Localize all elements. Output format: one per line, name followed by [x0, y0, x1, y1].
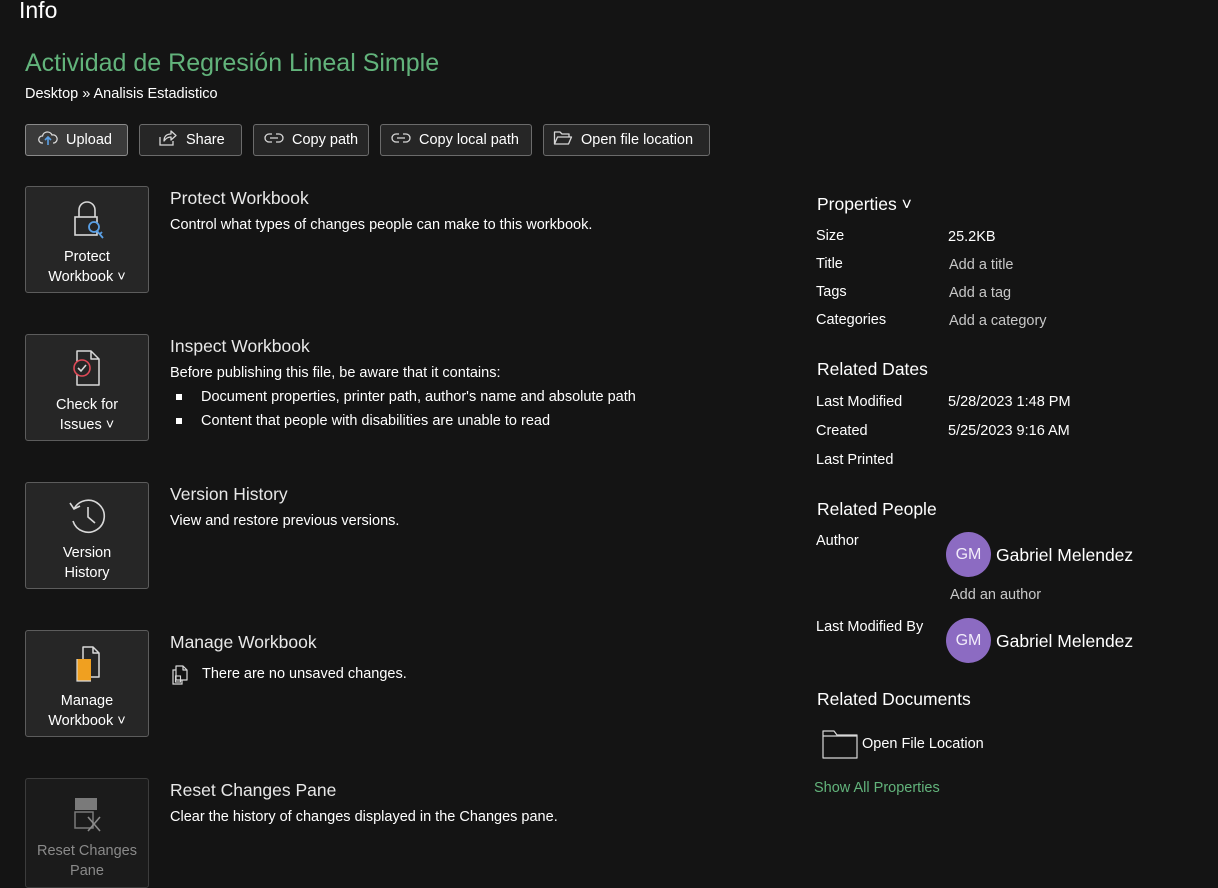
document-copy-icon	[171, 665, 189, 690]
show-all-properties-link[interactable]: Show All Properties	[814, 780, 940, 796]
lock-key-icon	[67, 197, 107, 243]
created-value: 5/25/2023 9:16 AM	[948, 423, 1070, 439]
copy-path-label: Copy path	[292, 132, 359, 148]
related-documents-heading: Related Documents	[817, 689, 971, 709]
inspect-card-line2: Issues ˅	[59, 417, 115, 433]
reset-changes-card-label: Reset Changes Pane	[37, 841, 137, 881]
size-value: 25.2KB	[948, 229, 996, 245]
check-for-issues-card-label: Check for Issues ˅	[56, 395, 118, 435]
protect-workbook-title: Protect Workbook	[170, 188, 309, 208]
open-file-location-label: Open file location	[581, 132, 694, 148]
created-label: Created	[816, 423, 868, 439]
open-file-location-link[interactable]: Open File Location	[862, 736, 984, 752]
reset-changes-icon	[67, 793, 107, 839]
reset-changes-title: Reset Changes Pane	[170, 780, 337, 800]
reset-changes-pane-button[interactable]: Reset Changes Pane	[25, 778, 149, 888]
reset-card-line2: Pane	[70, 863, 104, 879]
history-clock-icon	[67, 493, 107, 539]
check-for-issues-button[interactable]: Check for Issues ˅	[25, 334, 149, 441]
add-tag-field[interactable]: Add a tag	[949, 285, 1011, 301]
version-card-line2: History	[64, 565, 110, 581]
author-label: Author	[816, 533, 859, 549]
version-history-description: View and restore previous versions.	[170, 513, 400, 529]
manage-workbook-title: Manage Workbook	[170, 632, 317, 652]
upload-button[interactable]: Upload	[25, 124, 128, 156]
protect-workbook-button[interactable]: Protect Workbook ˅	[25, 186, 149, 293]
copy-local-path-label: Copy local path	[419, 132, 519, 148]
version-card-line1: Version	[62, 545, 112, 561]
manage-workbook-description: There are no unsaved changes.	[202, 666, 407, 682]
categories-label: Categories	[816, 312, 887, 328]
link-icon	[264, 131, 284, 149]
folder-icon	[822, 729, 858, 764]
document-title: Actividad de Regresión Lineal Simple	[25, 49, 440, 77]
protect-workbook-description: Control what types of changes people can…	[170, 217, 593, 233]
folder-open-icon	[553, 130, 573, 150]
title-label: Title	[816, 256, 843, 272]
related-people-heading: Related People	[817, 499, 937, 519]
manage-workbook-card-label: Manage Workbook ˅	[48, 691, 126, 731]
version-history-title: Version History	[170, 484, 288, 504]
last-modified-value: 5/28/2023 1:48 PM	[948, 394, 1071, 410]
add-title-field[interactable]: Add a title	[949, 257, 1014, 273]
page-title: Info	[19, 0, 58, 23]
version-history-card-label: Version History	[63, 543, 111, 583]
manage-workbook-icon	[67, 641, 107, 687]
related-dates-heading: Related Dates	[817, 359, 928, 379]
inspect-bullet-document-properties: Document properties, printer path, autho…	[201, 389, 636, 405]
last-modified-by-label: Last Modified By	[816, 619, 924, 635]
open-file-location-button[interactable]: Open file location	[543, 124, 710, 156]
last-printed-label: Last Printed	[816, 452, 894, 468]
protect-card-line2: Workbook ˅	[48, 269, 126, 285]
protect-card-line1: Protect	[64, 249, 110, 265]
bullet-marker	[176, 394, 182, 400]
last-modified-label: Last Modified	[816, 394, 903, 410]
manage-card-line2: Workbook ˅	[48, 713, 126, 729]
inspect-workbook-title: Inspect Workbook	[170, 336, 310, 356]
last-modified-by-name[interactable]: Gabriel Melendez	[996, 631, 1133, 652]
inspect-bullet-accessibility: Content that people with disabilities ar…	[201, 413, 551, 429]
manage-card-line1: Manage	[60, 693, 114, 709]
reset-changes-description: Clear the history of changes displayed i…	[170, 809, 558, 825]
size-label: Size	[816, 228, 845, 244]
author-avatar[interactable]: GM	[946, 532, 991, 577]
manage-workbook-button[interactable]: Manage Workbook ˅	[25, 630, 149, 737]
add-category-field[interactable]: Add a category	[949, 313, 1047, 329]
upload-cloud-icon	[38, 130, 58, 150]
copy-local-path-button[interactable]: Copy local path	[380, 124, 532, 156]
inspect-workbook-description: Before publishing this file, be aware th…	[170, 365, 501, 381]
breadcrumb[interactable]: Desktop » Analisis Estadistico	[25, 86, 218, 102]
link-icon	[391, 131, 411, 149]
share-button[interactable]: Share	[139, 124, 242, 156]
share-icon	[158, 129, 178, 151]
properties-dropdown[interactable]: Properties ˅	[817, 194, 912, 215]
version-history-button[interactable]: Version History	[25, 482, 149, 589]
upload-label: Upload	[66, 132, 112, 148]
protect-workbook-card-label: Protect Workbook ˅	[48, 247, 126, 287]
share-label: Share	[186, 132, 225, 148]
inspect-card-line1: Check for	[55, 397, 119, 413]
last-modified-by-avatar[interactable]: GM	[946, 618, 991, 663]
reset-card-line1: Reset Changes	[37, 843, 137, 859]
bullet-marker	[176, 418, 182, 424]
copy-path-button[interactable]: Copy path	[253, 124, 369, 156]
document-check-icon	[67, 345, 107, 391]
add-author-field[interactable]: Add an author	[950, 587, 1041, 603]
tags-label: Tags	[816, 284, 847, 300]
author-name[interactable]: Gabriel Melendez	[996, 545, 1133, 566]
